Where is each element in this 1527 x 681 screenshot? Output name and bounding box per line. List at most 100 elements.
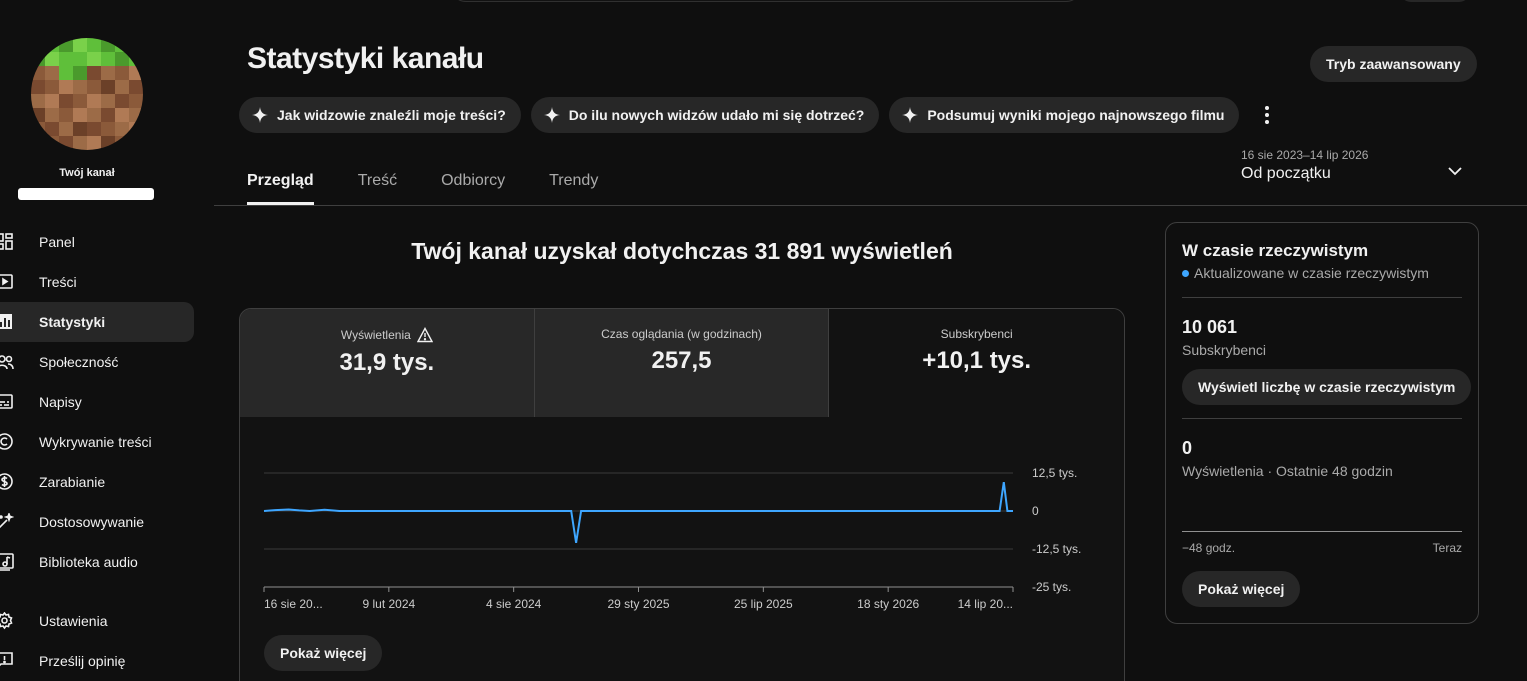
- metric-label: Wyświetlenia: [340, 328, 411, 342]
- sidebar-item-label: Panel: [39, 234, 75, 250]
- realtime-views-value: 0: [1182, 438, 1193, 458]
- dashboard-icon: [0, 233, 13, 250]
- sidebar-item-ustawienia[interactable]: Ustawienia: [0, 601, 194, 641]
- y-tick-label: 12,5 tys.: [1032, 466, 1077, 480]
- x-tick-label: 14 lip 20...: [958, 597, 1013, 611]
- sidebar-item-wykrywanie[interactable]: Wykrywanie treści: [0, 422, 194, 462]
- sidebar: Twój kanał Panel Treści Statystyki Społe…: [0, 0, 214, 681]
- copyright-icon: [0, 433, 13, 450]
- feedback-icon: [0, 652, 13, 667]
- avatar[interactable]: [31, 38, 143, 150]
- realtime-axis-end: Teraz: [1432, 541, 1462, 555]
- x-tick-label: 9 lut 2024: [362, 597, 415, 611]
- sidebar-item-label: Statystyki: [39, 314, 106, 330]
- views-summary-heading: Twój kanał uzyskał dotychczas 31 891 wyś…: [411, 238, 953, 264]
- sidebar-item-dostosowywanie[interactable]: Dostosowywanie: [0, 502, 194, 542]
- x-tick-label: 18 sty 2026: [857, 597, 919, 611]
- community-icon: [0, 355, 14, 370]
- sidebar-item-label: Napisy: [39, 394, 82, 410]
- metric-tab-watch-time[interactable]: Czas oglądania (w godzinach) 257,5: [534, 309, 830, 417]
- realtime-axis-start: −48 godz.: [1182, 541, 1236, 555]
- sidebar-item-label: Dostosowywanie: [39, 514, 145, 530]
- create-button[interactable]: [1400, 0, 1470, 2]
- subscribers-line-chart: 12,5 tys. 0 -12,5 tys. -25 tys. 16 sie 20...…: [263, 466, 1081, 611]
- sidebar-item-label: Ustawienia: [39, 613, 108, 629]
- suggestion-chip[interactable]: Do ilu nowych widzów udało mi się dotrze…: [530, 97, 880, 133]
- search-bar[interactable]: [450, 0, 1082, 2]
- sidebar-item-tresci[interactable]: Treści: [0, 262, 194, 302]
- date-range-selector[interactable]: 16 sie 2023–14 lip 2026 Od początku: [1241, 148, 1471, 183]
- audio-library-icon: [0, 553, 14, 571]
- sidebar-item-label: Wykrywanie treści: [39, 434, 152, 450]
- show-more-button[interactable]: Pokaż więcej: [264, 635, 383, 671]
- metric-tab-views[interactable]: Wyświetlenia 31,9 tys.: [240, 309, 535, 417]
- warning-icon[interactable]: [416, 327, 433, 343]
- more-options-icon[interactable]: [1255, 97, 1279, 133]
- sidebar-item-statystyki[interactable]: Statystyki: [0, 302, 194, 342]
- tab-trendy[interactable]: Trendy: [549, 160, 598, 205]
- sidebar-item-napisy[interactable]: Napisy: [0, 382, 194, 422]
- metric-value: 31,9 tys.: [339, 349, 435, 376]
- subtitles-icon: [0, 394, 13, 409]
- realtime-subtitle-row: Aktualizowane w czasie rzeczywistym: [1182, 265, 1429, 281]
- gear-icon: [0, 612, 13, 630]
- realtime-views-label: Wyświetlenia · Ostatnie 48 godzin: [1182, 463, 1393, 479]
- page-title: Statystyki kanału: [247, 42, 484, 75]
- chip-label: Jak widzowie znaleźli moje treści?: [277, 107, 506, 123]
- series-line[interactable]: [263, 481, 1013, 544]
- sparkle-icon: [902, 107, 919, 123]
- dollar-icon: [0, 473, 13, 490]
- suggestion-chip[interactable]: Podsumuj wyniki mojego najnowszego filmu: [889, 97, 1240, 133]
- magic-wand-icon: [0, 513, 14, 529]
- x-tick-label: 4 sie 2024: [486, 597, 542, 611]
- analytics-tabs: Przegląd Treść Odbiorcy Trendy: [247, 160, 598, 205]
- y-tick-label: -25 tys.: [1032, 580, 1071, 594]
- x-tick-label: 16 sie 20...: [264, 597, 323, 611]
- realtime-subtitle: Aktualizowane w czasie rzeczywistym: [1194, 265, 1429, 281]
- suggestion-chip[interactable]: Jak widzowie znaleźli moje treści?: [239, 97, 521, 133]
- sidebar-item-label: Prześlij opinię: [39, 653, 126, 669]
- metric-label-wrap: Wyświetlenia: [240, 327, 534, 343]
- realtime-show-more-button[interactable]: Pokaż więcej: [1182, 571, 1301, 607]
- y-tick-label: -12,5 tys.: [1032, 542, 1081, 556]
- live-dot-icon: [1182, 269, 1189, 277]
- sidebar-item-zarabianie[interactable]: Zarabianie: [0, 462, 194, 502]
- realtime-card: W czasie rzeczywistym Aktualizowane w cz…: [1165, 222, 1479, 624]
- sidebar-item-label: Biblioteka audio: [39, 554, 138, 570]
- chip-label: Podsumuj wyniki mojego najnowszego filmu: [927, 107, 1225, 123]
- x-tick-label: 29 sty 2025: [607, 597, 669, 611]
- live-count-button[interactable]: Wyświetl liczbę w czasie rzeczywistym: [1182, 369, 1472, 405]
- realtime-chart-axis: [1182, 531, 1462, 532]
- date-range-dates: 16 sie 2023–14 lip 2026: [1241, 148, 1369, 162]
- studio-analytics-page: Twój kanał Panel Treści Statystyki Społe…: [0, 0, 1527, 681]
- advanced-mode-button[interactable]: Tryb zaawansowany: [1310, 46, 1477, 82]
- metric-tab-subscribers[interactable]: Subskrybenci +10,1 tys.: [829, 309, 1124, 417]
- sidebar-item-przeslij-opinie[interactable]: Prześlij opinię: [0, 641, 194, 681]
- channel-label: Twój kanał: [59, 167, 115, 179]
- sidebar-item-biblioteka-audio[interactable]: Biblioteka audio: [0, 542, 194, 582]
- divider: [1182, 418, 1462, 419]
- sidebar-nav: Panel Treści Statystyki Społeczność Napi…: [0, 222, 194, 681]
- divider: [1182, 297, 1462, 298]
- tab-tresc[interactable]: Treść: [358, 160, 397, 205]
- metric-label: Czas oglądania (w godzinach): [601, 327, 762, 341]
- metric-value: +10,1 tys.: [922, 347, 1032, 374]
- analytics-icon: [0, 314, 12, 329]
- content-icon: [0, 274, 13, 289]
- ai-suggestion-chips: Jak widzowie znaleźli moje treści? Do il…: [239, 97, 1279, 133]
- sidebar-item-panel[interactable]: Panel: [0, 222, 194, 262]
- y-tick-label: 0: [1032, 504, 1039, 518]
- tab-przeglad[interactable]: Przegląd: [247, 160, 314, 205]
- sparkle-icon: [252, 107, 268, 123]
- sidebar-item-spolecznosc[interactable]: Społeczność: [0, 342, 194, 382]
- metrics-card: Wyświetlenia 31,9 tys. Czas oglądania (w…: [239, 308, 1125, 681]
- sidebar-item-label: Społeczność: [39, 354, 119, 370]
- chip-label: Do ilu nowych widzów udało mi się dotrze…: [568, 107, 865, 123]
- tabs-divider: [214, 205, 1527, 206]
- tab-odbiorcy[interactable]: Odbiorcy: [441, 160, 505, 205]
- sidebar-item-label: Treści: [39, 274, 77, 290]
- realtime-subscribers-value: 10 061: [1182, 317, 1238, 337]
- channel-handle-redacted: [18, 188, 154, 200]
- realtime-subscribers-label: Subskrybenci: [1182, 342, 1267, 358]
- chevron-down-icon[interactable]: [1446, 162, 1464, 180]
